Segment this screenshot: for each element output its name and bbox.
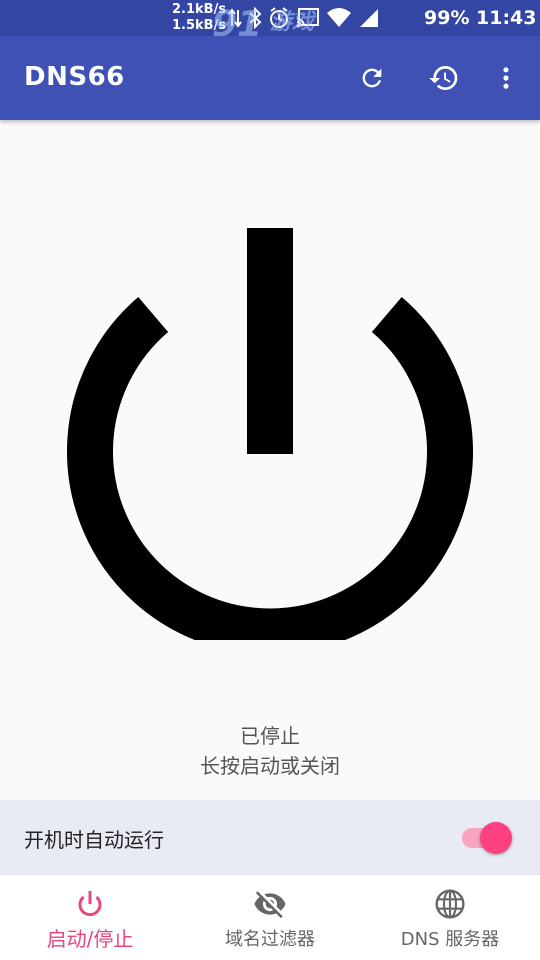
power-toggle-button[interactable] [60,220,480,655]
more-options-button[interactable] [484,56,528,100]
history-button[interactable] [422,56,466,100]
autostart-label: 开机时自动运行 [24,828,164,852]
refresh-icon [362,68,382,88]
arrows-icon [228,8,242,28]
alarm-icon [268,7,290,29]
globe-icon [435,889,465,919]
network-speed: 2.1kB/s 1.5kB/s [172,2,226,34]
nav-start-stop[interactable]: 启动/停止 [0,875,180,960]
nav-domain-filters[interactable]: 域名过滤器 [180,875,360,960]
nav-domain-filters-label: 域名过滤器 [225,929,315,950]
nav-dns-servers[interactable]: DNS 服务器 [360,875,540,960]
clock: 11:43 [476,7,537,29]
bluetooth-icon [248,7,262,29]
more-vert-icon [503,67,509,89]
power-icon [67,228,473,655]
service-status-text: 已停止 [240,724,300,748]
autostart-switch[interactable] [480,822,512,854]
long-press-hint: 长按启动或关闭 [200,754,340,778]
battery-percentage: 99% [424,7,470,29]
download-speed: 1.5kB/s [172,18,227,33]
upload-speed: 2.1kB/s [172,2,227,17]
history-icon [429,66,458,91]
nav-start-stop-label: 启动/停止 [46,927,134,951]
signal-icon [358,7,380,29]
wifi-icon [326,7,352,29]
cast-icon [296,7,320,29]
bottom-navigation: 启动/停止 域名过滤器 DNS 服务器 [0,874,540,960]
nav-dns-servers-label: DNS 服务器 [400,929,500,950]
status-bar: 2.1kB/s 1.5kB/s 99% 11:43 91 游戏 91danji.… [0,0,540,47]
power-icon [78,891,102,917]
refresh-button[interactable] [350,56,394,100]
app-title: DNS66 [24,62,125,92]
autostart-row[interactable]: 开机时自动运行 [0,800,540,874]
status-icons [228,6,380,30]
app-bar: DNS66 [0,36,540,120]
eye-off-icon [254,891,286,919]
